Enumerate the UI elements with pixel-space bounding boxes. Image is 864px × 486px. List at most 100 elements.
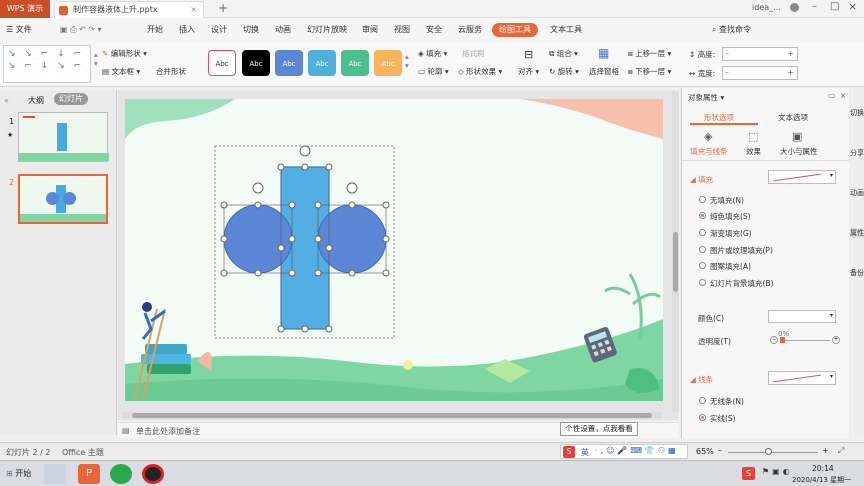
radio-solid-fill[interactable] (699, 212, 706, 219)
slide-thumbnail-2[interactable] (18, 174, 108, 224)
start-button[interactable]: ⊞ 开始 (2, 466, 35, 482)
slide-canvas[interactable] (125, 99, 663, 401)
ime-language[interactable]: 英 (581, 447, 589, 458)
radio-picture-fill[interactable] (699, 246, 706, 253)
avatar[interactable] (790, 3, 799, 12)
panel-close-icon[interactable]: × (840, 91, 846, 100)
shape-style-2[interactable]: Abc (242, 50, 270, 76)
maximize-icon[interactable]: □ (830, 1, 839, 12)
gallery-scroll-icon[interactable]: ▴ ▾ (94, 50, 98, 68)
taskbar-recorder[interactable] (142, 464, 164, 484)
ime-tool-icons[interactable]: ·,☺🎤⌨👕⚇▦ (595, 446, 679, 455)
zoom-slider[interactable] (728, 452, 818, 453)
close-window-icon[interactable]: × (848, 0, 857, 13)
slide-thumbnail-1[interactable] (18, 112, 109, 162)
bring-forward-button[interactable]: ⧈ 上移一层 ▾ (628, 48, 671, 59)
minimize-icon[interactable]: – (812, 1, 817, 12)
subtab-effect[interactable]: 效果 (746, 146, 761, 157)
panel-restore-icon[interactable]: ▭ (828, 91, 835, 100)
taskbar-wps[interactable]: P (78, 464, 100, 484)
subtab-fill-line[interactable]: 填充与线条 (690, 146, 728, 157)
align-button[interactable]: 对齐 ▾ (518, 66, 539, 77)
textbox-button[interactable]: ▤ 文本框 ▾ (102, 66, 140, 77)
sidebar-properties[interactable]: 属性 (850, 228, 864, 238)
horizontal-scroll-thumb[interactable] (132, 413, 652, 418)
line-section-header[interactable]: ◢ 线条 (690, 374, 713, 385)
group-button[interactable]: ⧉ 组合 ▾ (549, 48, 578, 59)
document-tab[interactable]: 制作容器液体上升.pptx × (54, 1, 204, 18)
zoom-in-icon[interactable]: + (822, 446, 829, 455)
menu-drawing-tools[interactable]: 绘图工具 (492, 23, 538, 37)
merge-shape-button[interactable]: 合并形状 (156, 66, 186, 77)
shape-effect-button[interactable]: ◇ 形状效果 ▾ (458, 66, 502, 77)
shape-style-4[interactable]: Abc (308, 50, 336, 76)
shape-style-1[interactable]: Abc (208, 50, 236, 76)
menu-review[interactable]: 审阅 (362, 18, 378, 42)
height-input[interactable]: – + (722, 47, 798, 61)
transparency-increment[interactable]: + (832, 336, 840, 344)
tab-text-options[interactable]: 文本选项 (778, 112, 808, 123)
file-menu[interactable]: ☰ 文件 (6, 18, 32, 42)
shape-gallery[interactable]: ↘ ↘ ⌐ ↓ ⌐ ↘ ⌐ ↓ ↘ ⌐ (3, 45, 91, 83)
transparency-slider-thumb[interactable] (780, 337, 785, 343)
fill-button[interactable]: ◈ 填充 ▾ (418, 48, 447, 59)
transparency-decrement[interactable]: – (770, 336, 778, 344)
shape-style-5[interactable]: Abc (341, 50, 369, 76)
tab-slides[interactable]: 幻灯片 (54, 93, 88, 105)
ime-toolbar[interactable]: S 英 ·,☺🎤⌨👕⚇▦ (560, 444, 688, 459)
menu-start[interactable]: 开始 (147, 18, 163, 42)
subtab-size[interactable]: 大小与属性 (780, 146, 818, 157)
menu-security[interactable]: 安全 (426, 18, 442, 42)
line-color-dropdown[interactable]: ▾ (768, 371, 836, 385)
menu-insert[interactable]: 插入 (179, 18, 195, 42)
fill-section-header[interactable]: ◢ 填充 (690, 174, 713, 185)
radio-gradient-fill[interactable] (699, 229, 706, 236)
taskbar-explorer[interactable] (44, 464, 66, 484)
fill-color-dropdown[interactable]: ▾ (768, 170, 836, 184)
shape-style-3[interactable]: Abc (275, 50, 303, 76)
menu-text-tools[interactable]: 文本工具 (550, 18, 582, 42)
menu-animation[interactable]: 动画 (275, 18, 291, 42)
outline-button[interactable]: ▭ 轮廓 ▾ (418, 66, 449, 77)
clock-time[interactable]: 20:14 (812, 464, 834, 473)
tray-sogou-icon[interactable]: S (742, 467, 755, 480)
menu-slideshow[interactable]: 幻灯片放映 (307, 18, 347, 42)
width-decrement[interactable]: – (725, 68, 729, 77)
zoom-level[interactable]: 65% (696, 447, 714, 456)
zoom-out-icon[interactable]: – (718, 446, 722, 455)
app-label[interactable]: WPS 演示 (0, 0, 50, 18)
collapse-panel-icon[interactable]: « (4, 96, 9, 105)
clock-date[interactable]: 2020/4/13 星期一 (792, 475, 851, 485)
format-painter-button[interactable]: 格式刷 (462, 48, 485, 59)
radio-no-fill[interactable] (699, 196, 706, 203)
menu-transition[interactable]: 切换 (243, 18, 259, 42)
width-input[interactable]: – + (722, 66, 798, 80)
selection-pane-button[interactable]: 选择窗格 (589, 66, 619, 77)
rotate-button[interactable]: ↻ 旋转 ▾ (549, 66, 579, 77)
style-gallery-scroll-icon[interactable]: ▴ ▾ (405, 52, 409, 70)
radio-solid-line[interactable] (699, 414, 706, 421)
transparency-slider[interactable] (780, 340, 830, 341)
shape-style-6[interactable]: Abc (374, 50, 402, 76)
send-backward-button[interactable]: ⧈ 下移一层 ▾ (628, 66, 671, 77)
tab-shape-options[interactable]: 形状选项 (704, 112, 734, 123)
new-tab-button[interactable]: + (218, 1, 228, 15)
taskbar-app-green[interactable] (110, 464, 132, 484)
radio-pattern-fill[interactable] (699, 262, 706, 269)
sidebar-share[interactable]: 分享 (850, 148, 864, 158)
vertical-scrollbar[interactable] (672, 92, 679, 412)
vertical-scroll-thumb[interactable] (673, 232, 678, 292)
zoom-slider-thumb[interactable] (765, 448, 772, 455)
quick-access-icons[interactable]: ▣ ⎙ ↶ ↷ ▾ (60, 18, 102, 42)
color-dropdown[interactable]: ▾ (768, 310, 836, 323)
height-decrement[interactable]: – (725, 49, 729, 58)
close-icon[interactable]: × (190, 2, 197, 18)
height-increment[interactable]: + (787, 49, 794, 58)
edit-shape-button[interactable]: ✎ 编辑形状 ▾ (102, 48, 147, 59)
sidebar-transition[interactable]: 切换 (850, 108, 864, 118)
tray-icons[interactable]: ⚑▣◐ (762, 467, 793, 476)
radio-background-fill[interactable] (699, 279, 706, 286)
horizontal-scrollbar[interactable] (122, 412, 662, 419)
sidebar-animation[interactable]: 动画 (850, 188, 864, 198)
sidebar-backup[interactable]: 备份 (850, 268, 864, 278)
